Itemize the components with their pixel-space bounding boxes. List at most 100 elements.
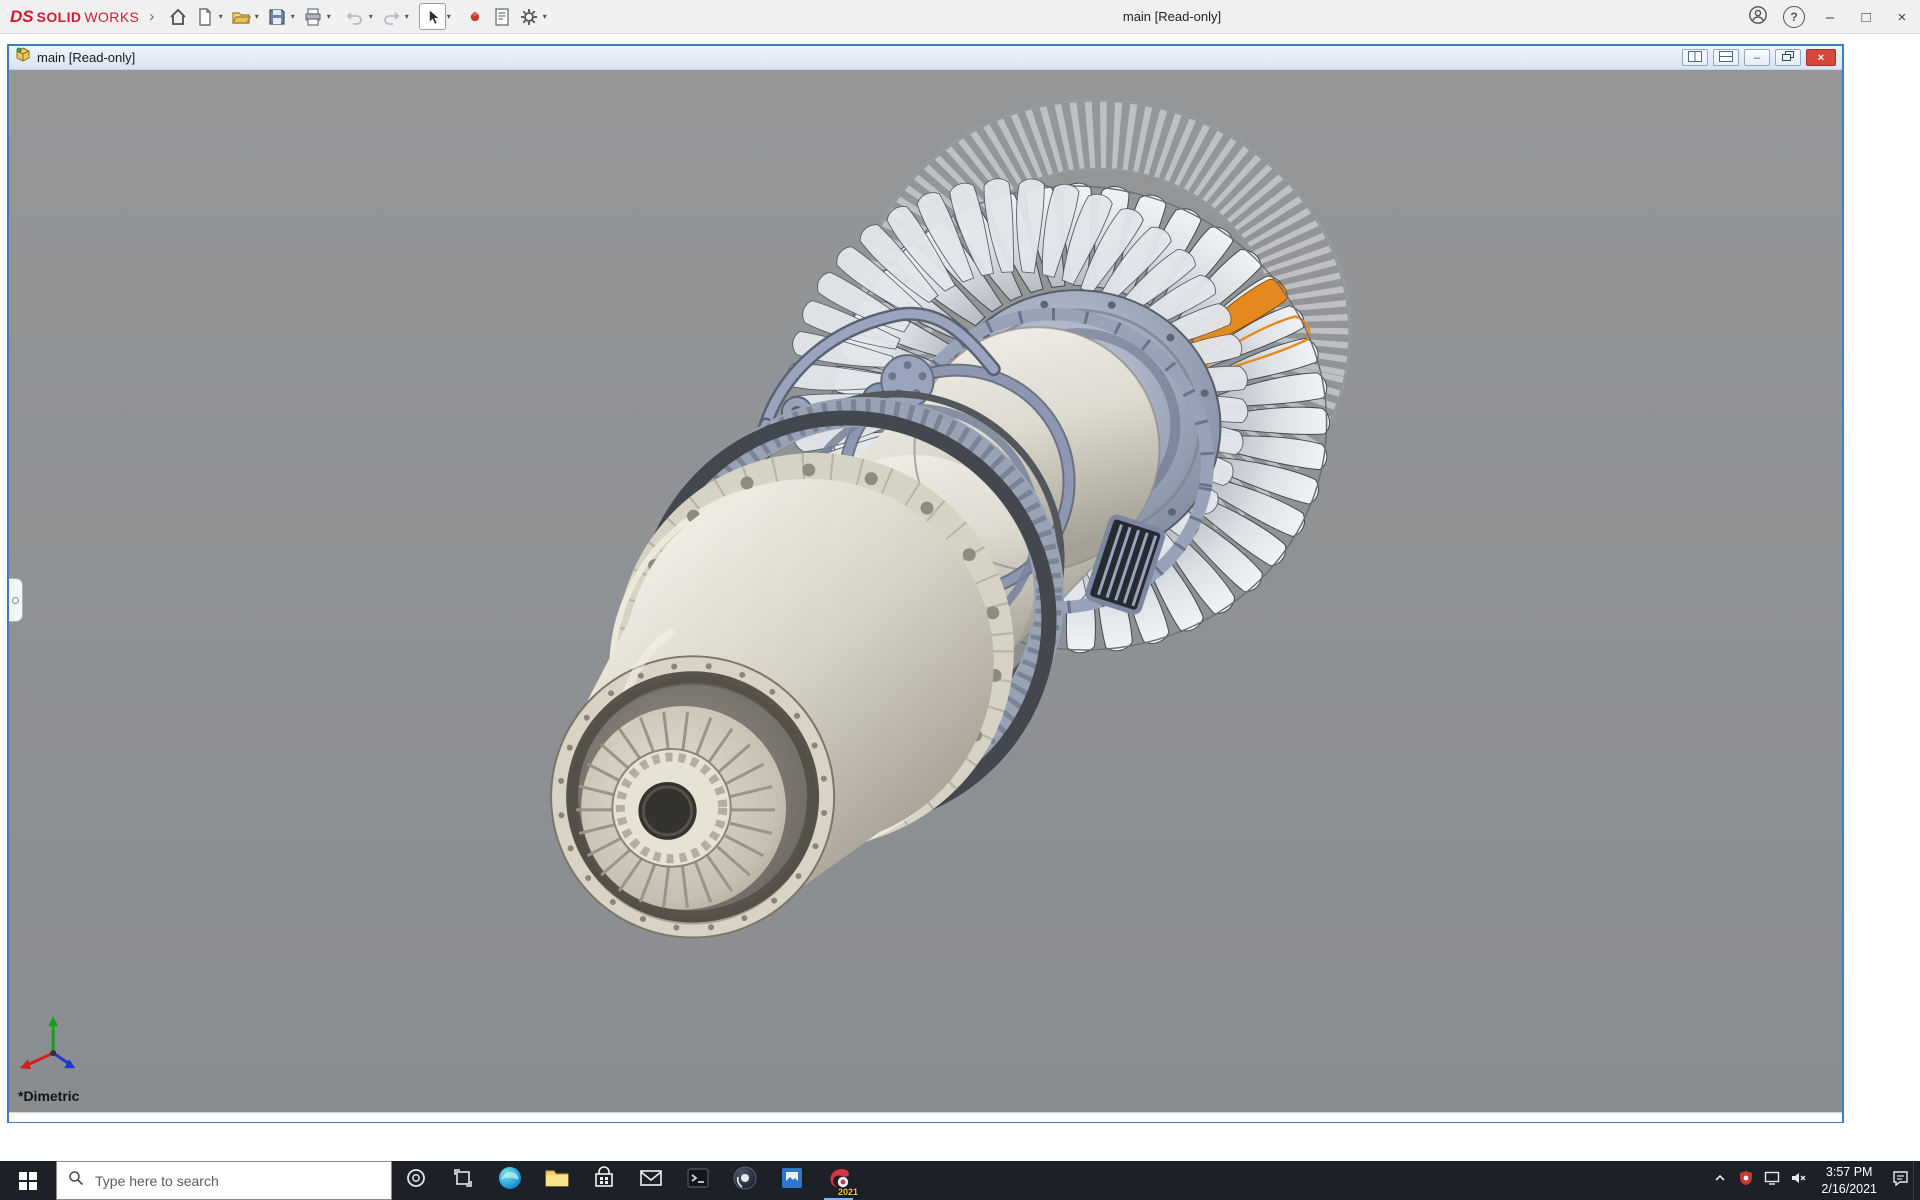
print-icon <box>303 7 323 27</box>
featuremanager-collapsed-tab[interactable] <box>9 578 23 622</box>
save-icon <box>267 7 287 27</box>
featuremanager-tab-dot-icon <box>12 597 19 604</box>
split-view-icon <box>1688 51 1702 65</box>
app-title: main [Read-only] <box>1052 0 1292 34</box>
media-app-button[interactable] <box>721 1161 768 1200</box>
document-titlebar[interactable]: main [Read-only] – × <box>9 46 1842 70</box>
print-caret-icon[interactable]: ▾ <box>324 12 333 21</box>
action-center-icon <box>1892 1170 1909 1192</box>
account-icon <box>1748 5 1768 29</box>
redo-icon <box>381 7 401 27</box>
display-tray-button[interactable] <box>1759 1161 1785 1200</box>
tray-expand-button[interactable] <box>1707 1161 1733 1200</box>
home-icon <box>168 7 188 27</box>
document-properties-button[interactable] <box>488 3 515 30</box>
display-tray-icon <box>1764 1170 1780 1191</box>
solidworks-taskbar-button[interactable]: 2021 <box>815 1161 862 1200</box>
start-button[interactable] <box>0 1161 56 1200</box>
system-tray: 3:57 PM 2/16/2021 <box>1707 1161 1920 1200</box>
save-caret-icon[interactable]: ▾ <box>288 12 297 21</box>
media-app-icon <box>732 1165 758 1196</box>
settings-gear-icon <box>519 7 539 27</box>
doc-minimize-button[interactable]: – <box>1744 49 1770 66</box>
mail-icon <box>638 1165 664 1196</box>
undo-icon <box>345 7 365 27</box>
security-tray-icon <box>1738 1170 1754 1191</box>
print-button[interactable] <box>299 3 326 30</box>
help-icon: ? <box>1783 6 1805 28</box>
file-explorer-icon <box>544 1165 570 1196</box>
terminal-icon <box>685 1165 711 1196</box>
doc-close-button[interactable]: × <box>1806 49 1836 66</box>
search-icon <box>68 1170 84 1191</box>
settings-button[interactable] <box>515 3 542 30</box>
brand-solid: SOLID <box>37 9 82 25</box>
file-explorer-button[interactable] <box>533 1161 580 1200</box>
menu-expander-icon[interactable]: › <box>149 8 154 25</box>
open-icon <box>231 7 251 27</box>
engine-3d-model[interactable] <box>9 70 1842 1112</box>
document-title: main [Read-only] <box>37 50 135 65</box>
record-button[interactable] <box>461 3 488 30</box>
volume-tray-icon <box>1790 1170 1806 1191</box>
help-button[interactable]: ? <box>1776 0 1812 34</box>
app-menubar: DS SOLIDWORKS › ▾ ▾ ▾ ▾ ▾ <box>0 0 1920 34</box>
security-tray-button[interactable] <box>1733 1161 1759 1200</box>
viewport-bottom-strip <box>9 1112 1842 1122</box>
action-center-button[interactable] <box>1887 1161 1913 1200</box>
home-button[interactable] <box>164 3 191 30</box>
windows-taskbar: 2021 3:57 PM 2/16/2021 <box>0 1161 1920 1200</box>
photos-button[interactable] <box>768 1161 815 1200</box>
document-properties-icon <box>492 7 512 27</box>
terminal-button[interactable] <box>674 1161 721 1200</box>
start-icon <box>19 1172 37 1190</box>
graphics-area[interactable]: *Dimetric <box>9 70 1842 1112</box>
task-view-icon <box>452 1167 474 1194</box>
solidworks-version-badge: 2021 <box>838 1187 858 1197</box>
new-document-button[interactable] <box>191 3 218 30</box>
cortana-button[interactable] <box>392 1161 439 1200</box>
app-minimize-button[interactable]: – <box>1812 0 1848 34</box>
split-view-2-button[interactable] <box>1713 49 1739 66</box>
taskbar-clock[interactable]: 3:57 PM 2/16/2021 <box>1811 1164 1887 1197</box>
open-button[interactable] <box>227 3 254 30</box>
account-button[interactable] <box>1740 0 1776 34</box>
show-desktop-button[interactable] <box>1913 1161 1920 1200</box>
cortana-icon <box>405 1167 427 1194</box>
record-dot-icon <box>466 8 484 26</box>
doc-restore-button[interactable] <box>1775 49 1801 66</box>
solidworks-logo: DS SOLIDWORKS <box>10 7 139 27</box>
app-window-controls: ? – □ × <box>1740 0 1920 34</box>
save-button[interactable] <box>263 3 290 30</box>
new-document-icon <box>195 7 215 27</box>
task-view-button[interactable] <box>439 1161 486 1200</box>
volume-tray-button[interactable] <box>1785 1161 1811 1200</box>
search-input[interactable] <box>93 1172 380 1190</box>
document-window: main [Read-only] – × <box>7 44 1844 1123</box>
undo-button[interactable] <box>341 3 368 30</box>
select-caret-icon[interactable]: ▾ <box>444 12 453 21</box>
brand-works: WORKS <box>84 9 139 25</box>
edge-button[interactable] <box>486 1161 533 1200</box>
store-button[interactable] <box>580 1161 627 1200</box>
taskbar-search[interactable] <box>56 1161 392 1200</box>
app-close-button[interactable]: × <box>1884 0 1920 34</box>
clock-date: 2/16/2021 <box>1821 1181 1877 1197</box>
view-orientation-label: *Dimetric <box>18 1088 79 1104</box>
restore-icon <box>1782 51 1794 65</box>
split-view-2-icon <box>1719 51 1733 65</box>
settings-caret-icon[interactable]: ▾ <box>540 12 549 21</box>
assembly-document-icon <box>15 47 31 68</box>
split-view-button[interactable] <box>1682 49 1708 66</box>
open-caret-icon[interactable]: ▾ <box>252 12 261 21</box>
undo-caret-icon[interactable]: ▾ <box>366 12 375 21</box>
select-tool-button[interactable] <box>419 3 446 30</box>
edge-icon <box>497 1165 523 1196</box>
mail-button[interactable] <box>627 1161 674 1200</box>
redo-button[interactable] <box>377 3 404 30</box>
store-icon <box>592 1166 616 1195</box>
redo-caret-icon[interactable]: ▾ <box>402 12 411 21</box>
app-maximize-button[interactable]: □ <box>1848 0 1884 34</box>
orientation-triad-icon <box>20 1016 75 1069</box>
new-document-caret-icon[interactable]: ▾ <box>216 12 225 21</box>
